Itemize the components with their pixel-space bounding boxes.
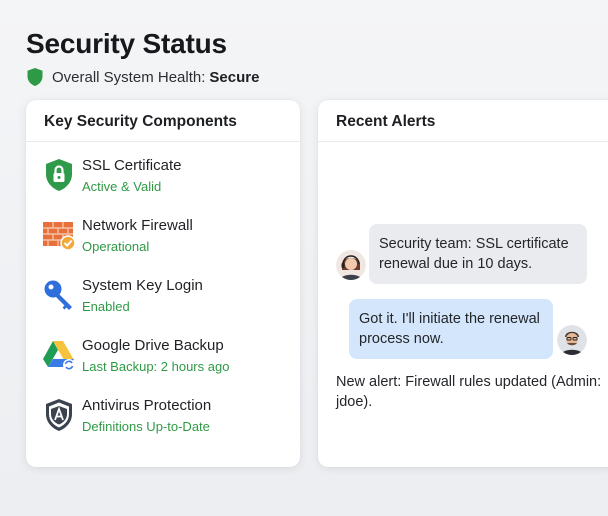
component-key-login[interactable]: System Key Login Enabled [42, 277, 300, 337]
component-ssl[interactable]: SSL Certificate Active & Valid [42, 157, 300, 217]
outgoing-message: Got it. I'll initiate the renewal proces… [349, 299, 553, 359]
component-drive-backup[interactable]: Google Drive Backup Last Backup: 2 hours… [42, 337, 300, 397]
incoming-message: Security team: SSL certificate renewal d… [369, 224, 587, 284]
antivirus-shield-icon [42, 398, 76, 432]
shield-icon [27, 68, 43, 86]
user-avatar [557, 325, 587, 355]
security-team-avatar [336, 250, 366, 280]
component-name: Network Firewall [82, 217, 193, 234]
lock-shield-icon [42, 158, 76, 192]
google-drive-icon [42, 338, 76, 372]
system-alert: New alert: Firewall rules updated (Admin… [336, 374, 602, 410]
page-title: Security Status [26, 28, 227, 59]
component-status: Active & Valid [82, 179, 162, 194]
component-antivirus[interactable]: Antivirus Protection Definitions Up-to-D… [42, 397, 300, 457]
system-health: Overall System Health: Secure [26, 67, 259, 87]
component-name: System Key Login [82, 277, 203, 294]
component-status: Operational [82, 239, 150, 254]
alerts-title: Recent Alerts [318, 100, 608, 142]
component-firewall[interactable]: Network Firewall Operational [42, 217, 300, 277]
component-status: Last Backup: 2 hours ago [82, 359, 230, 374]
component-name: Google Drive Backup [82, 337, 224, 354]
key-icon [42, 278, 76, 312]
firewall-icon [42, 218, 76, 252]
components-card: Key Security Components SSL Certificate … [26, 100, 300, 467]
component-status: Enabled [82, 299, 130, 314]
health-value: Secure [209, 68, 260, 86]
component-name: SSL Certificate [82, 157, 182, 174]
health-label: Overall System Health: [52, 68, 206, 86]
components-title: Key Security Components [26, 100, 300, 142]
component-status: Definitions Up-to-Date [82, 419, 210, 434]
alerts-feed: Security team: SSL certificate renewal d… [318, 142, 608, 467]
component-name: Antivirus Protection [82, 397, 212, 414]
alerts-card: Recent Alerts Security team: SSL certifi… [318, 100, 608, 467]
